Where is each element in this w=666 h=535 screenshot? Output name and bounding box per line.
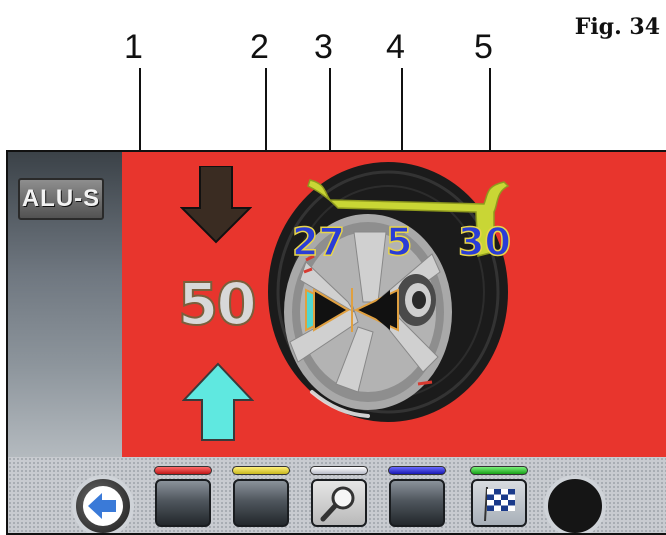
f5-finish-button[interactable] xyxy=(471,479,527,527)
callout-1: 1 xyxy=(124,28,143,66)
f5-led xyxy=(470,466,528,475)
position-value-center: 5 xyxy=(385,219,413,265)
position-value-right: 30 xyxy=(457,219,511,265)
f2-button[interactable] xyxy=(233,479,289,527)
round-right-button[interactable] xyxy=(544,475,606,533)
back-button[interactable] xyxy=(72,475,134,533)
f1-led xyxy=(154,466,212,475)
f4-button[interactable] xyxy=(389,479,445,527)
magnifier-icon xyxy=(320,486,355,522)
arrow-down-icon xyxy=(180,166,252,244)
callout-5: 5 xyxy=(474,28,493,66)
checkered-flag-icon xyxy=(484,486,515,522)
f3-zoom-button[interactable] xyxy=(311,479,367,527)
f4-led xyxy=(388,466,446,475)
f3-led xyxy=(310,466,368,475)
callout-4: 4 xyxy=(386,28,405,66)
callout-2: 2 xyxy=(250,28,269,66)
f2-led xyxy=(232,466,290,475)
arrow-left-icon xyxy=(83,486,123,526)
position-indicator-icon xyxy=(305,288,399,332)
arrow-up-icon xyxy=(182,362,254,441)
machine-screen: ALU-S 50 27 5 30 xyxy=(6,150,666,535)
callout-3: 3 xyxy=(314,28,333,66)
bottom-toolbar xyxy=(8,457,666,533)
f1-button[interactable] xyxy=(155,479,211,527)
correction-weight-value: 50 xyxy=(177,269,258,339)
figure-label: Fig. 34 xyxy=(574,14,660,40)
position-value-left: 27 xyxy=(291,219,345,265)
